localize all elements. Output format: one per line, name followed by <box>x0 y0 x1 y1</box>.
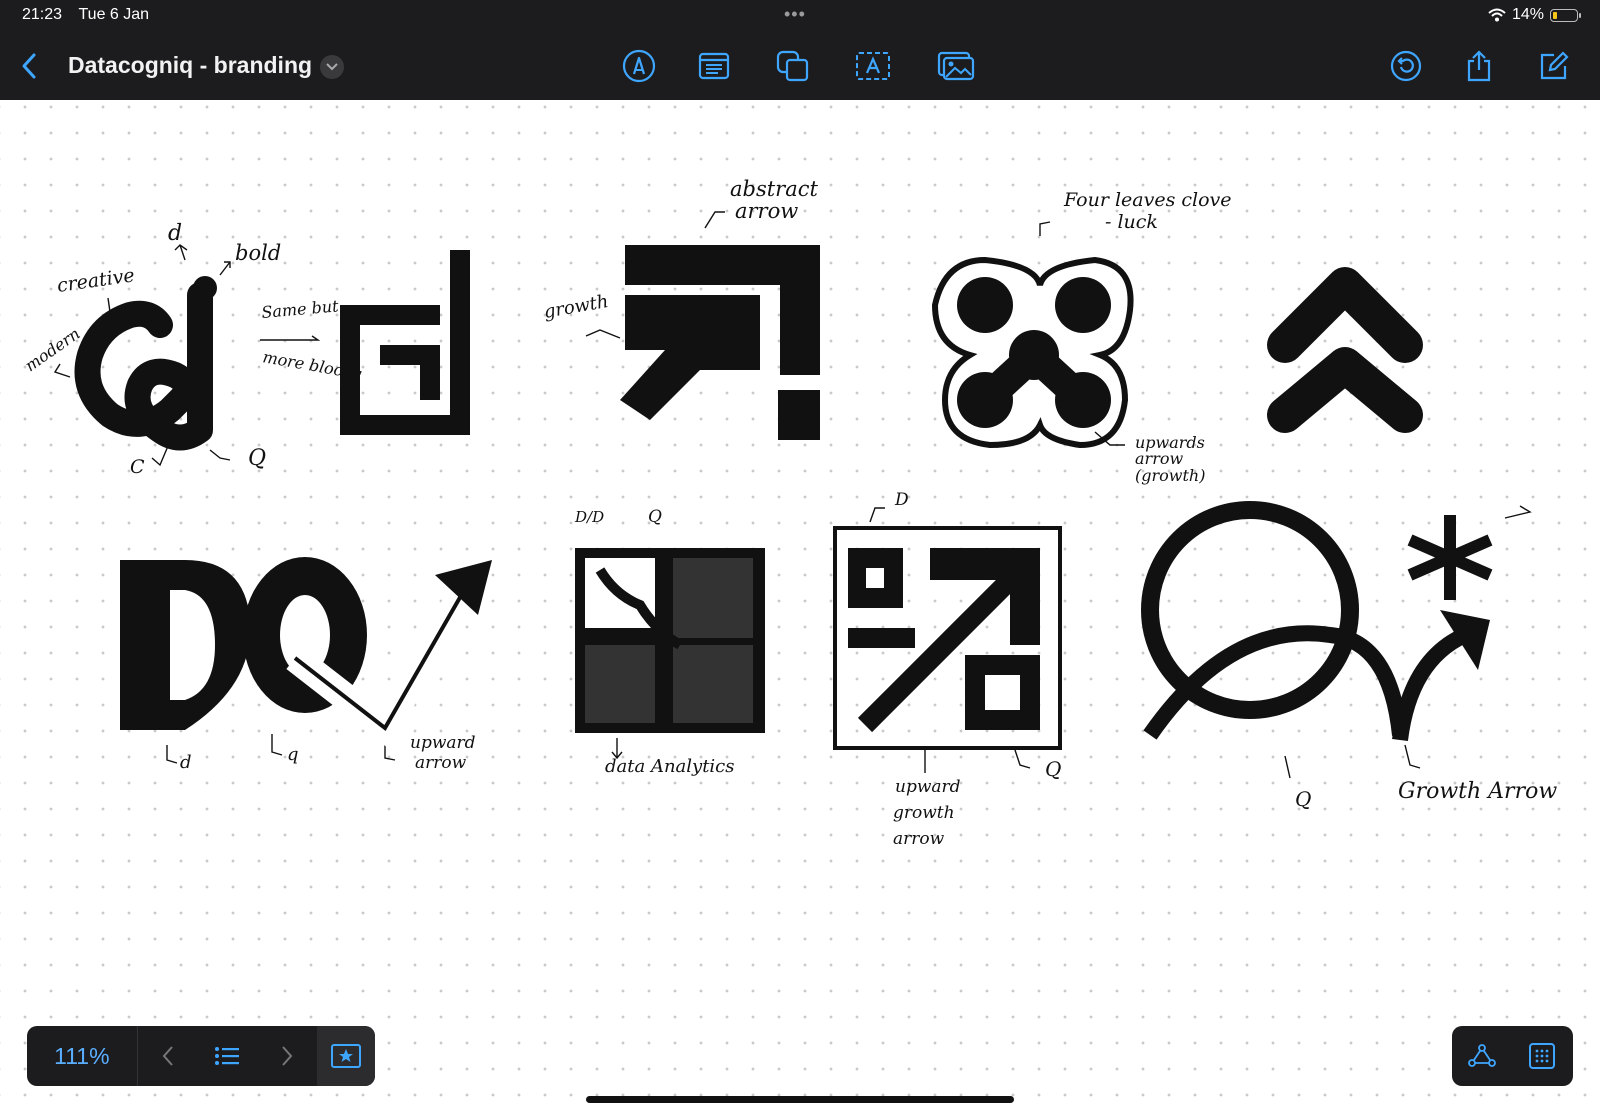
label-upward-1: upward <box>410 733 476 753</box>
document-title[interactable]: Datacogniq - branding <box>68 52 312 79</box>
label-c: C <box>130 456 145 478</box>
label-arrow-4: arrow <box>893 829 945 849</box>
list-icon <box>215 1047 240 1065</box>
sketch-logo-dq-arrow <box>120 557 492 749</box>
label-bold: bold <box>235 241 281 265</box>
previous-page-button[interactable] <box>138 1026 198 1086</box>
sketch-logo-data-grid <box>575 548 765 733</box>
label-same-but: Same but <box>261 296 340 322</box>
pen-tool-button[interactable] <box>619 46 659 86</box>
bottom-right-toolbar <box>1452 1026 1573 1086</box>
top-bar: 21:23 Tue 6 Jan ••• 14% Datacogniq - bra… <box>0 0 1600 100</box>
label-arrow-1: arrow <box>735 199 798 223</box>
chevron-down-icon <box>326 63 338 71</box>
label-data-analytics: data Analytics <box>605 756 735 777</box>
bottom-left-toolbar: 111% <box>27 1026 375 1086</box>
label-growth-2: (growth) <box>1135 466 1205 485</box>
grid-icon <box>1529 1043 1555 1069</box>
outline-button[interactable] <box>198 1026 258 1086</box>
shapes-icon <box>776 50 809 82</box>
sketch-logo-double-chevron <box>1267 267 1423 433</box>
share-button[interactable] <box>1459 46 1499 86</box>
home-indicator[interactable] <box>586 1096 1014 1103</box>
canvas[interactable]: d bold creative modern C Q Same but more… <box>0 100 1600 1112</box>
label-d-2: d <box>180 752 192 773</box>
label-q-1: Q <box>248 446 266 471</box>
text-frame-tool-button[interactable] <box>853 46 893 86</box>
back-button[interactable] <box>14 48 44 84</box>
edit-icon <box>1540 51 1569 80</box>
image-tool-button[interactable] <box>936 46 976 86</box>
sketch-logo-arrow <box>620 245 820 440</box>
battery-percent: 14% <box>1511 6 1544 23</box>
text-box-icon <box>698 52 730 80</box>
label-abstract: abstract <box>730 177 818 201</box>
label-growth-3: growth <box>893 803 955 823</box>
sketch-logo-d-blocky <box>340 250 470 435</box>
image-icon <box>937 51 975 81</box>
sketch-layer: d bold creative modern C Q Same but more… <box>21 177 1557 849</box>
label-growth-arrow: Growth Arrow <box>1398 779 1557 804</box>
zoom-level[interactable]: 111% <box>27 1043 137 1070</box>
status-time: 21:23 <box>22 6 63 23</box>
undo-icon <box>1390 50 1422 82</box>
sketch-logo-clover <box>931 256 1134 449</box>
status-bar: 21:23 Tue 6 Jan <box>22 6 149 24</box>
bookmark-star-icon <box>331 1044 362 1068</box>
next-page-button[interactable] <box>257 1026 317 1086</box>
label-q-3: Q <box>648 507 662 527</box>
multitasking-dots-icon[interactable]: ••• <box>784 4 806 25</box>
chevron-left-icon <box>22 53 36 79</box>
status-date: Tue 6 Jan <box>78 6 150 23</box>
title-menu-button[interactable] <box>320 55 344 79</box>
wifi-icon <box>1488 8 1506 22</box>
text-box-tool-button[interactable] <box>694 46 734 86</box>
sketch-logo-framed-arrow <box>833 526 1062 750</box>
label-arrow-3: arrow <box>415 753 467 773</box>
label-q-2: q <box>287 744 299 765</box>
chevron-left-icon <box>162 1046 173 1066</box>
label-growth-1: growth <box>542 291 610 323</box>
chevron-right-icon <box>282 1046 293 1066</box>
shape-recognition-icon <box>1468 1044 1496 1067</box>
share-icon <box>1467 50 1491 82</box>
grid-button[interactable] <box>1512 1026 1572 1086</box>
sketch-logo-d-curve <box>74 276 217 451</box>
bookmark-button[interactable] <box>317 1026 375 1086</box>
text-frame-icon <box>856 52 890 80</box>
pen-icon <box>622 49 656 83</box>
label-q-5: Q <box>1295 787 1311 811</box>
shapes-tool-button[interactable] <box>773 46 813 86</box>
new-note-button[interactable] <box>1534 46 1574 86</box>
label-q-4: Q <box>1045 757 1061 781</box>
sketch-logo-q-growth <box>1141 501 1493 742</box>
battery-icon <box>1550 8 1581 22</box>
label-d: d <box>168 221 182 246</box>
status-right: 14% <box>1488 6 1581 24</box>
label-d-3: D <box>894 490 909 510</box>
label-dd: D/D <box>574 508 604 526</box>
label-luck: - luck <box>1105 211 1158 233</box>
label-creative: creative <box>56 264 136 297</box>
label-four-leaves: Four leaves clove <box>1063 189 1232 211</box>
label-modern: modern <box>21 324 83 375</box>
shape-recognition-button[interactable] <box>1452 1026 1512 1086</box>
undo-button[interactable] <box>1386 46 1426 86</box>
label-upward-2: upward <box>895 777 961 797</box>
